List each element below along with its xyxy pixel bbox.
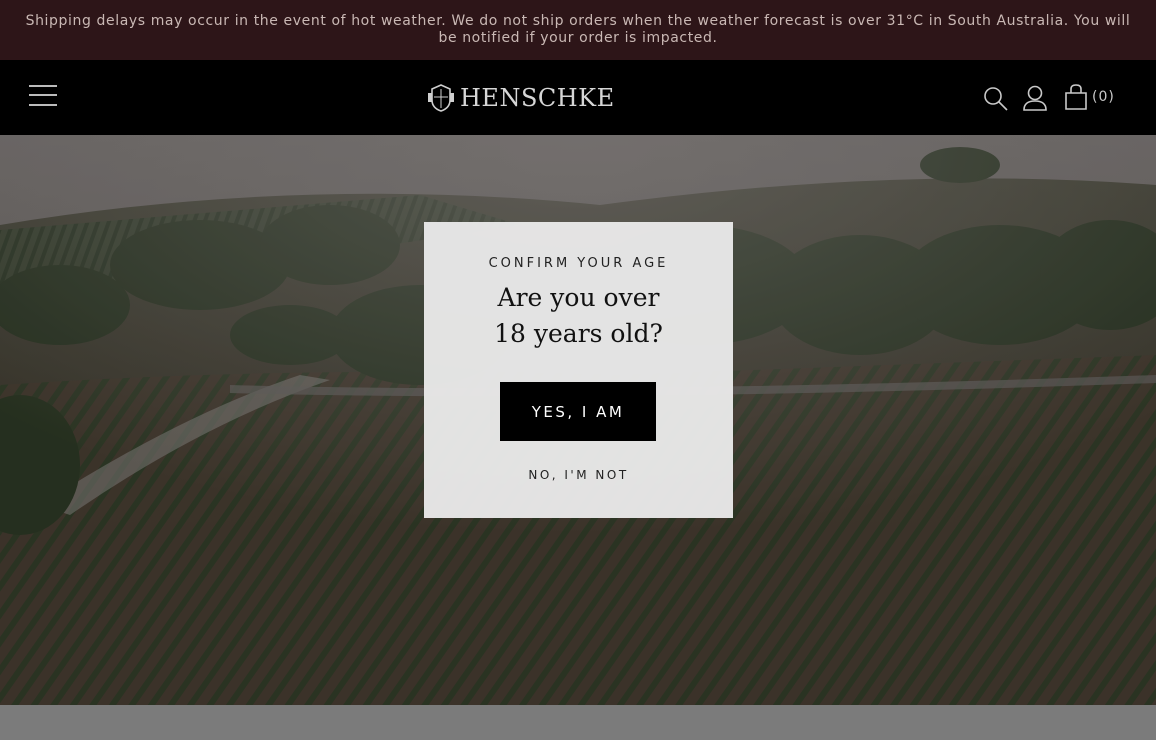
brand-wordmark: HENSCHKE (460, 84, 615, 112)
crest-icon (428, 84, 454, 112)
age-gate-eyebrow: CONFIRM YOUR AGE (488, 256, 669, 271)
brand-logo[interactable]: HENSCHKE (428, 82, 615, 114)
confirm-age-button[interactable]: YES, I AM (500, 382, 656, 441)
site-header: HENSCHKE (0) (0, 60, 1156, 135)
announcement-bar: Shipping delays may occur in the event o… (0, 0, 1156, 60)
cart-count[interactable]: (0) (1092, 89, 1115, 105)
announcement-text: Shipping delays may occur in the event o… (25, 13, 1131, 46)
deny-age-link[interactable]: NO, I'M NOT (424, 468, 733, 482)
age-gate-question: Are you over 18 years old? (424, 280, 733, 352)
menu-icon[interactable] (29, 84, 57, 106)
page-bottom-strip (0, 705, 1156, 740)
account-icon[interactable] (1022, 84, 1048, 112)
age-gate-modal: CONFIRM YOUR AGE Are you over 18 years o… (424, 222, 733, 518)
age-gate-question-text: Are you over 18 years old? (494, 283, 663, 348)
cart-icon[interactable] (1063, 83, 1089, 111)
search-icon[interactable] (983, 86, 1009, 112)
